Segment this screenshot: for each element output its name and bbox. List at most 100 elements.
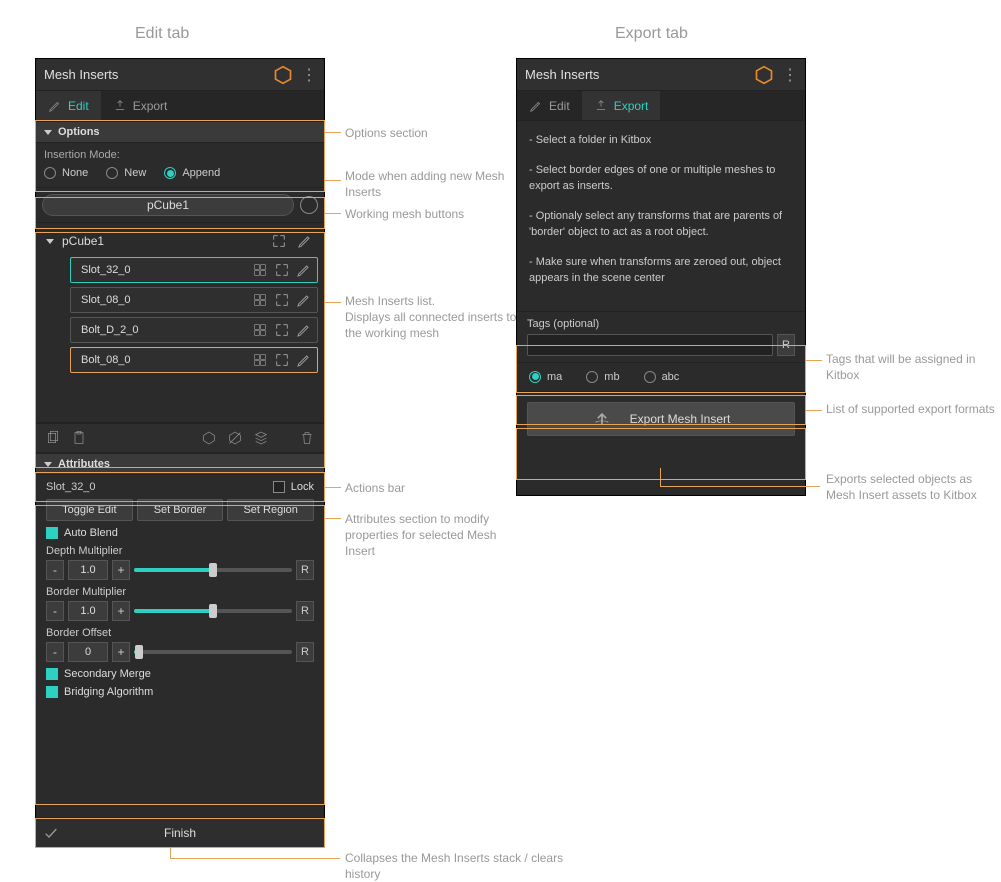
format-ma[interactable]: ma xyxy=(529,371,562,383)
radio-none[interactable]: None xyxy=(44,167,88,179)
hex-slash-icon[interactable] xyxy=(226,429,244,447)
callout-line xyxy=(806,360,822,361)
border-mult-slider[interactable] xyxy=(134,609,292,613)
working-mesh-clear[interactable] xyxy=(300,196,318,214)
border-mult-value[interactable]: 1.0 xyxy=(68,601,108,621)
frame-icon[interactable] xyxy=(273,351,291,369)
border-mult-decrement[interactable]: - xyxy=(46,601,64,621)
tab-export[interactable]: Export xyxy=(101,91,180,120)
border-offset-reset[interactable]: R xyxy=(296,642,314,662)
list-group-header[interactable]: pCube1 xyxy=(42,229,318,253)
depth-multiplier-label: Depth Multiplier xyxy=(46,545,314,557)
working-mesh-button[interactable]: pCube1 xyxy=(42,194,294,216)
grid-icon[interactable] xyxy=(251,321,269,339)
depth-decrement[interactable]: - xyxy=(46,560,64,580)
bridging-algo-checkbox[interactable] xyxy=(46,686,58,698)
logo-hexagon-icon xyxy=(754,65,774,85)
format-abc[interactable]: abc xyxy=(644,371,680,383)
format-ma-label: ma xyxy=(547,371,562,383)
pencil-icon[interactable] xyxy=(296,232,314,250)
hex-outline-icon[interactable] xyxy=(200,429,218,447)
depth-reset[interactable]: R xyxy=(296,560,314,580)
lock-checkbox[interactable] xyxy=(273,481,285,493)
radio-append-label: Append xyxy=(182,167,220,179)
menu-dots-icon[interactable]: ⋮ xyxy=(782,65,797,85)
formats-row: ma mb abc xyxy=(517,362,805,392)
callout-actions-bar: Actions bar xyxy=(345,480,405,496)
callout-line xyxy=(170,848,171,858)
pencil-icon[interactable] xyxy=(295,291,313,309)
insertion-mode-radios: None New Append xyxy=(44,165,316,181)
depth-multiplier-block: Depth Multiplier - 1.0 + R xyxy=(46,545,314,580)
frame-icon[interactable] xyxy=(273,321,291,339)
paste-icon[interactable] xyxy=(70,429,88,447)
tags-input[interactable] xyxy=(527,334,773,356)
tabs: Edit Export xyxy=(36,91,324,121)
panel-title: Mesh Inserts xyxy=(525,67,754,82)
depth-value[interactable]: 1.0 xyxy=(68,560,108,580)
grid-icon[interactable] xyxy=(251,351,269,369)
inserts-list: pCube1 Slot_32_0 Slot_08_0 Bolt_D_2_0 Bo… xyxy=(36,223,324,423)
options-header[interactable]: Options xyxy=(36,121,324,143)
menu-dots-icon[interactable]: ⋮ xyxy=(301,65,316,85)
callout-finish: Collapses the Mesh Inserts stack / clear… xyxy=(345,850,565,882)
pencil-icon[interactable] xyxy=(295,261,313,279)
attributes-header[interactable]: Attributes xyxy=(36,453,324,475)
tab-export[interactable]: Export xyxy=(582,91,661,120)
set-region-button[interactable]: Set Region xyxy=(227,499,314,521)
border-offset-slider[interactable] xyxy=(134,650,292,654)
set-border-button[interactable]: Set Border xyxy=(137,499,224,521)
export-arrow-icon xyxy=(113,99,127,113)
border-offset-decrement[interactable]: - xyxy=(46,642,64,662)
auto-blend-checkbox[interactable] xyxy=(46,527,58,539)
depth-slider[interactable] xyxy=(134,568,292,572)
pencil-icon[interactable] xyxy=(295,321,313,339)
trash-icon[interactable] xyxy=(298,429,316,447)
border-mult-reset[interactable]: R xyxy=(296,601,314,621)
list-item[interactable]: Bolt_D_2_0 xyxy=(70,317,318,343)
radio-none-label: None xyxy=(62,167,88,179)
tags-reset[interactable]: R xyxy=(777,334,795,356)
export-panel: Mesh Inserts ⋮ Edit Export - Select a fo… xyxy=(516,58,806,496)
list-item-label: Bolt_08_0 xyxy=(81,354,247,366)
pencil-icon[interactable] xyxy=(295,351,313,369)
actions-bar xyxy=(36,423,324,453)
list-group-title: pCube1 xyxy=(62,234,262,248)
check-icon xyxy=(36,825,66,841)
list-item[interactable]: Slot_32_0 xyxy=(70,257,318,283)
depth-increment[interactable]: + xyxy=(112,560,130,580)
radio-append[interactable]: Append xyxy=(164,167,220,179)
frame-icon[interactable] xyxy=(273,291,291,309)
export-mesh-insert-button[interactable]: Export Mesh Insert xyxy=(527,402,795,436)
secondary-merge-checkbox[interactable] xyxy=(46,668,58,680)
frame-icon[interactable] xyxy=(270,232,288,250)
list-item[interactable]: Slot_08_0 xyxy=(70,287,318,313)
options-body: Insertion Mode: None New Append xyxy=(36,143,324,187)
format-mb[interactable]: mb xyxy=(586,371,619,383)
border-offset-value[interactable]: 0 xyxy=(68,642,108,662)
format-mb-label: mb xyxy=(604,371,619,383)
grid-icon[interactable] xyxy=(251,291,269,309)
frame-icon[interactable] xyxy=(273,261,291,279)
panel-header: Mesh Inserts ⋮ xyxy=(517,59,805,91)
copy-icon[interactable] xyxy=(44,429,62,447)
callout-working-mesh: Working mesh buttons xyxy=(345,206,464,222)
bridging-algo-label: Bridging Algorithm xyxy=(64,686,153,698)
callout-options-section: Options section xyxy=(345,125,428,141)
tags-section: Tags (optional) R xyxy=(517,311,805,362)
callout-attributes: Attributes section to modify properties … xyxy=(345,511,525,560)
tab-edit[interactable]: Edit xyxy=(517,91,582,120)
tab-edit-label: Edit xyxy=(68,99,89,113)
tab-edit[interactable]: Edit xyxy=(36,91,101,120)
callout-line xyxy=(325,180,341,181)
stack-icon[interactable] xyxy=(252,429,270,447)
insertion-mode-label: Insertion Mode: xyxy=(44,149,316,161)
border-mult-increment[interactable]: + xyxy=(112,601,130,621)
finish-button[interactable]: Finish xyxy=(36,817,324,847)
radio-new[interactable]: New xyxy=(106,167,146,179)
toggle-edit-button[interactable]: Toggle Edit xyxy=(46,499,133,521)
grid-icon[interactable] xyxy=(251,261,269,279)
list-item[interactable]: Bolt_08_0 xyxy=(70,347,318,373)
border-offset-increment[interactable]: + xyxy=(112,642,130,662)
attributes-header-label: Attributes xyxy=(58,458,110,470)
